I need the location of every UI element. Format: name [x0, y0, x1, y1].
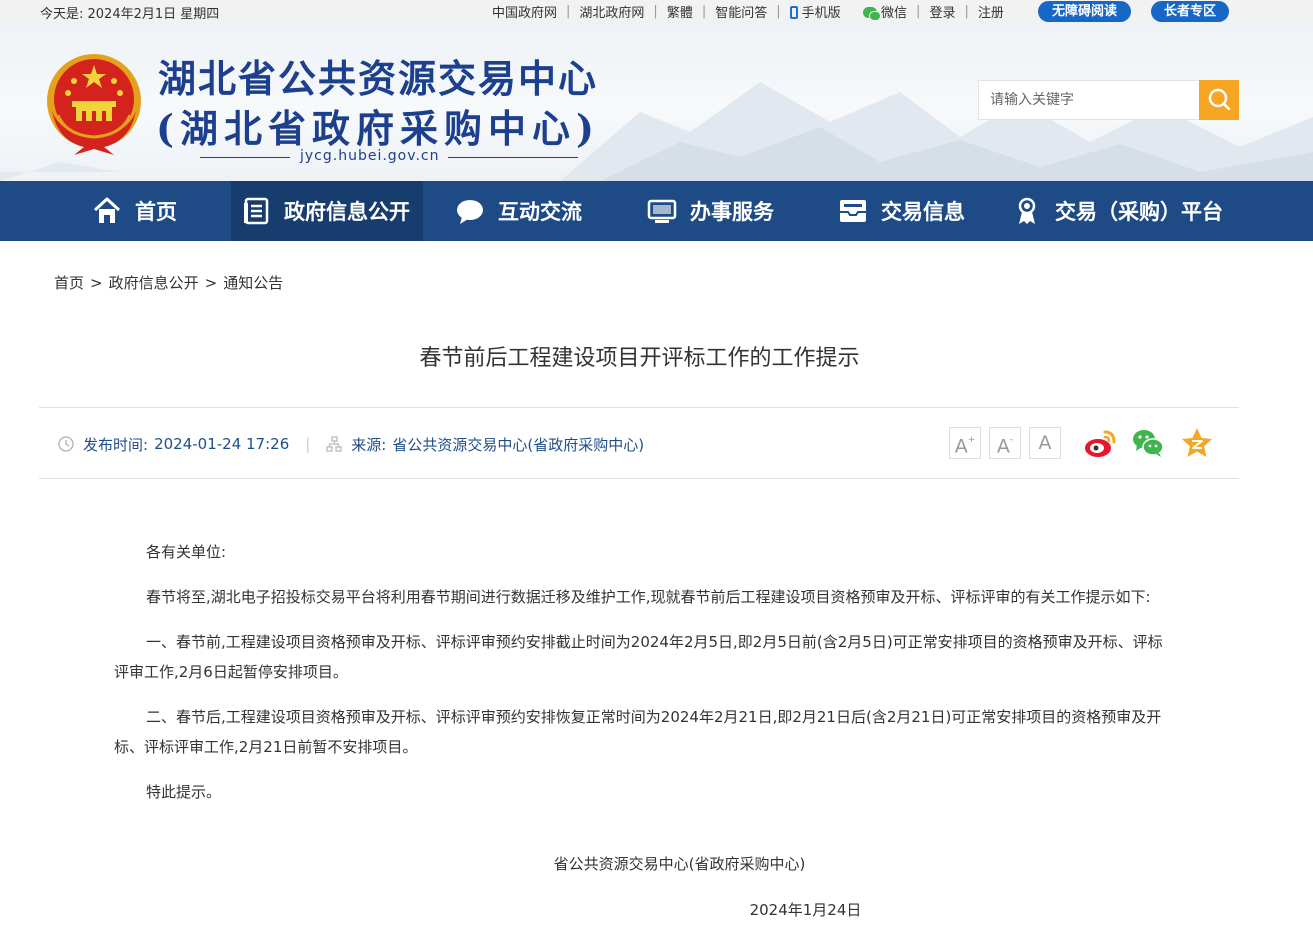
link-login[interactable]: 登录	[929, 2, 955, 21]
nav-trade-platform[interactable]: 交易（采购）平台	[1012, 181, 1223, 241]
national-emblem-icon	[47, 54, 141, 155]
elder-zone-button[interactable]: 长者专区	[1151, 1, 1229, 22]
article-paragraph: 一、春节前,工程建设项目资格预审及开标、评标评审预约安排截止时间为2024年2月…	[114, 633, 1163, 681]
breadcrumb-notices[interactable]: 通知公告	[223, 274, 283, 292]
phone-icon	[789, 6, 798, 19]
clock-icon	[58, 436, 74, 452]
nav-home-label: 首页	[135, 200, 177, 224]
separator: |	[701, 4, 707, 19]
search-input[interactable]	[979, 81, 1199, 119]
nav-interaction-label: 互动交流	[498, 200, 582, 224]
site-title-sub: (湖北省政府采购中心)	[156, 106, 600, 151]
breadcrumb: 首页 > 政府信息公开 > 通知公告	[54, 272, 283, 293]
separator: |	[653, 4, 658, 19]
sign-date: 2024年1月24日	[749, 901, 862, 919]
separator: |	[964, 4, 969, 19]
article-title: 春节前后工程建设项目开评标工作的工作提示	[419, 346, 860, 371]
source-value: 省公共资源交易中心(省政府采购中心)	[392, 435, 645, 454]
nav-trade-info-label: 交易信息	[881, 200, 965, 224]
wechat-icon[interactable]	[1131, 426, 1165, 460]
site-title-main: 湖北省公共资源交易中心	[158, 56, 599, 101]
link-register[interactable]: 注册	[978, 2, 1004, 21]
divider	[39, 407, 1239, 408]
breadcrumb-gov-info[interactable]: 政府信息公开	[109, 274, 199, 292]
monitor-icon	[647, 199, 677, 223]
accessibility-button[interactable]: 无障碍阅读	[1038, 1, 1131, 22]
search-icon	[1208, 88, 1231, 111]
publish-time: 2024-01-24 17:26	[154, 435, 290, 453]
main-nav: 首页 政府信息公开 互动交流 办事服务 交易信息 交易（采购）平台	[0, 181, 1313, 241]
separator: |	[916, 4, 921, 19]
divider-line	[200, 157, 290, 158]
breadcrumb-home[interactable]: 首页	[54, 274, 84, 292]
site-domain: jycg.hubei.gov.cn	[300, 148, 440, 164]
link-traditional-chinese[interactable]: 繁體	[667, 2, 693, 21]
separator: |	[776, 4, 781, 19]
nav-gov-info[interactable]: 政府信息公开	[231, 181, 423, 241]
top-links: 中国政府网 | 湖北政府网 | 繁體 | 智能问答 | 手机版 | 微信 | 登…	[492, 2, 1004, 21]
article-paragraph: 特此提示。	[146, 783, 222, 801]
source-label: 来源:	[351, 435, 387, 454]
nav-trade-platform-label: 交易（采购）平台	[1055, 200, 1223, 224]
link-hubei-gov[interactable]: 湖北政府网	[579, 2, 644, 21]
article-paragraph: 各有关单位:	[146, 543, 227, 561]
font-reset-button[interactable]: A	[1029, 427, 1061, 459]
font-increase-button[interactable]: A+	[949, 427, 981, 459]
top-bar: 今天是: 2024年2月1日 星期四 中国政府网 | 湖北政府网 | 繁體 | …	[0, 0, 1313, 22]
link-smart-qa[interactable]: 智能问答	[715, 2, 767, 21]
breadcrumb-separator: >	[204, 274, 218, 292]
link-china-gov[interactable]: 中国政府网	[492, 2, 557, 21]
wechat-small-icon	[863, 7, 882, 21]
nav-gov-info-label: 政府信息公开	[284, 200, 410, 224]
link-wechat[interactable]: 微信	[863, 2, 907, 21]
search-box	[978, 80, 1239, 120]
search-button[interactable]	[1199, 80, 1239, 120]
font-decrease-button[interactable]: A-	[989, 427, 1021, 459]
link-mobile[interactable]: 手机版	[789, 2, 841, 21]
nav-interaction[interactable]: 互动交流	[455, 181, 582, 241]
divider-line	[448, 157, 578, 158]
chat-bubble-icon	[457, 200, 483, 224]
meta-separator: |	[305, 435, 311, 453]
article-meta: 发布时间: 2024-01-24 17:26 | 来源: 省公共资源交易中心(省…	[58, 433, 644, 455]
qzone-icon[interactable]	[1180, 426, 1214, 460]
weibo-icon[interactable]	[1083, 426, 1117, 460]
site-header: 湖北省公共资源交易中心 (湖北省政府采购中心) jycg.hubei.gov.c…	[0, 22, 1313, 181]
home-icon	[93, 197, 121, 223]
signature: 省公共资源交易中心(省政府采购中心)	[553, 855, 806, 873]
article-paragraph: 二、春节后,工程建设项目资格预审及开标、评标评审预约安排恢复正常时间为2024年…	[114, 708, 1162, 756]
inbox-icon	[840, 200, 866, 222]
divider	[39, 478, 1239, 479]
nav-services-label: 办事服务	[690, 200, 774, 224]
nav-services[interactable]: 办事服务	[647, 181, 774, 241]
document-list-icon	[244, 197, 269, 225]
award-person-icon	[1018, 197, 1036, 224]
article-paragraph: 春节将至,湖北电子招投标交易平台将利用春节期间进行数据迁移及维护工作,现就春节前…	[146, 588, 1151, 606]
font-decrease-sign: -	[1009, 435, 1014, 445]
publish-time-label: 发布时间:	[83, 435, 149, 454]
link-mobile-label: 手机版	[801, 6, 841, 21]
link-wechat-label: 微信	[881, 6, 908, 21]
article-body: 各有关单位: 春节将至,湖北电子招投标交易平台将利用春节期间进行数据迁移及维护工…	[114, 537, 1166, 822]
separator: |	[566, 4, 571, 19]
current-date: 今天是: 2024年2月1日 星期四	[40, 7, 220, 22]
nav-trade-info[interactable]: 交易信息	[838, 181, 965, 241]
font-increase-sign: +	[967, 435, 976, 445]
nav-home[interactable]: 首页	[92, 181, 177, 241]
domain-row: jycg.hubei.gov.cn	[200, 148, 580, 166]
breadcrumb-separator: >	[90, 274, 103, 292]
source-tree-icon	[326, 436, 342, 452]
